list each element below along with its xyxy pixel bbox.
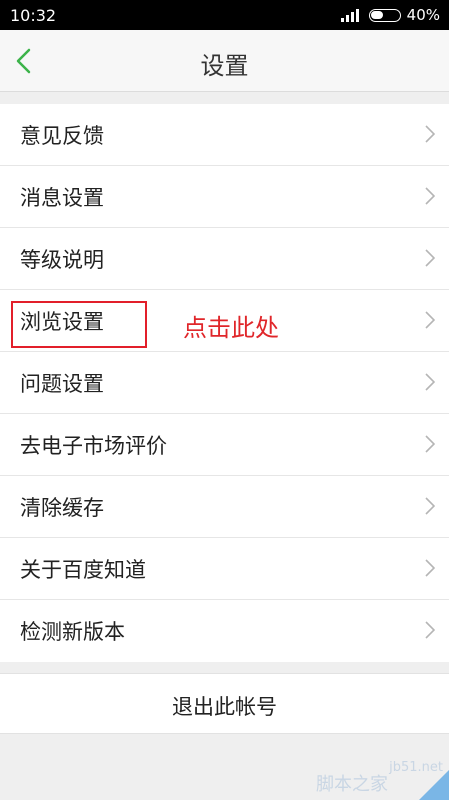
status-right: 40% <box>340 6 440 24</box>
settings-item-label: 清除缓存 <box>20 496 104 520</box>
logout-button[interactable]: 退出此帐号 <box>0 673 449 734</box>
settings-item-clear-cache[interactable]: 清除缓存 <box>0 476 449 538</box>
settings-item-about[interactable]: 关于百度知道 <box>0 538 449 600</box>
nav-bar: 设置 <box>0 30 449 92</box>
chevron-right-icon <box>425 187 435 205</box>
settings-item-label: 等级说明 <box>20 248 104 272</box>
signal-icon <box>340 8 361 22</box>
settings-item-level[interactable]: 等级说明 <box>0 228 449 290</box>
chevron-right-icon <box>425 497 435 515</box>
watermark: jb51.net 脚本之家 <box>316 756 449 800</box>
settings-item-feedback[interactable]: 意见反馈 <box>0 104 449 166</box>
settings-item-check-update[interactable]: 检测新版本 <box>0 600 449 662</box>
chevron-right-icon <box>425 125 435 143</box>
chevron-right-icon <box>425 311 435 329</box>
page-title: 设置 <box>200 52 249 80</box>
annotation-text: 点击此处 <box>183 314 279 342</box>
settings-item-label: 去电子市场评价 <box>20 434 167 458</box>
battery-icon <box>368 8 401 22</box>
chevron-right-icon <box>425 559 435 577</box>
chevron-right-icon <box>425 373 435 391</box>
settings-item-message[interactable]: 消息设置 <box>0 166 449 228</box>
settings-item-label: 检测新版本 <box>20 620 125 644</box>
chevron-right-icon <box>425 435 435 453</box>
settings-item-label: 意见反馈 <box>20 124 104 148</box>
settings-list: 意见反馈 消息设置 等级说明 浏览设置 问题设置 去电子市场评价 清除缓存 关于… <box>0 104 449 662</box>
settings-item-rate[interactable]: 去电子市场评价 <box>0 414 449 476</box>
status-time: 10:32 <box>10 6 57 25</box>
settings-item-label: 消息设置 <box>20 186 104 210</box>
logout-label: 退出此帐号 <box>172 695 277 719</box>
settings-item-label: 问题设置 <box>20 372 104 396</box>
settings-item-question[interactable]: 问题设置 <box>0 352 449 414</box>
chevron-right-icon <box>425 621 435 639</box>
watermark-text: 脚本之家 <box>316 774 388 795</box>
watermark-corner <box>419 770 449 800</box>
battery-percent: 40% <box>406 6 440 24</box>
status-bar: 10:32 40% <box>0 0 449 30</box>
highlight-box <box>11 301 147 348</box>
chevron-right-icon <box>425 249 435 267</box>
settings-item-label: 关于百度知道 <box>20 558 146 582</box>
